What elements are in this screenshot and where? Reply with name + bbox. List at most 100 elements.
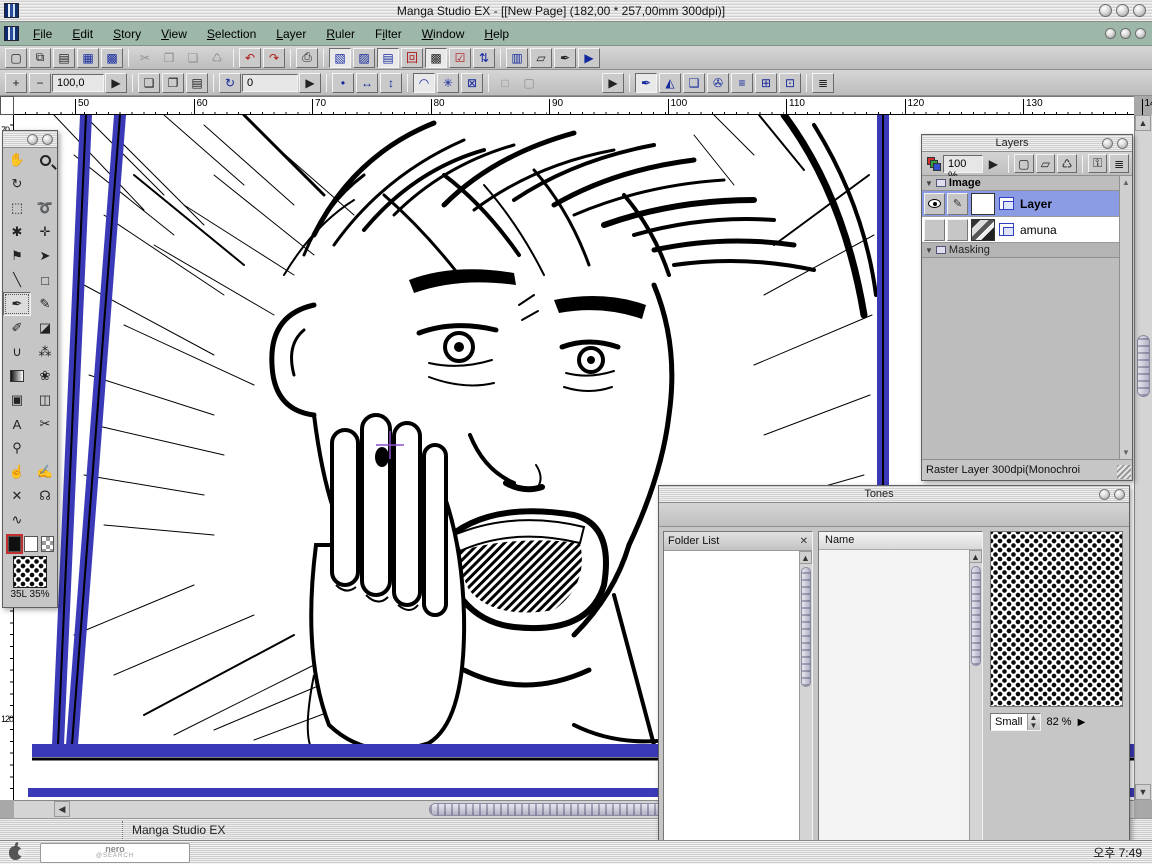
foreground-color-swatch[interactable] xyxy=(8,536,21,552)
prev-page-button[interactable]: ❏ xyxy=(138,73,160,93)
tones-close-button[interactable] xyxy=(1114,489,1125,500)
menu-edit[interactable]: Edit xyxy=(62,24,103,44)
delete-layer-button[interactable]: ♺ xyxy=(1057,154,1077,173)
menu-help[interactable]: Help xyxy=(474,24,519,44)
tone-list-header[interactable]: Name xyxy=(819,532,982,550)
transparent-color-swatch[interactable] xyxy=(41,536,54,552)
gradient-tool[interactable] xyxy=(3,364,31,388)
scroll-left-arrow[interactable]: ◀ xyxy=(54,801,70,817)
transfer-toggle-button[interactable]: ⇅ xyxy=(473,48,495,68)
layers-scrollbar[interactable]: ▲▼ xyxy=(1119,176,1132,459)
rotation-value-field[interactable]: 0 xyxy=(242,74,298,92)
print-button[interactable]: ⎙ xyxy=(296,48,318,68)
layer-thumbnail[interactable] xyxy=(971,219,995,241)
doc-minimize-button[interactable] xyxy=(1105,28,1116,39)
object-selector-tool[interactable]: ⚑ xyxy=(3,244,31,268)
menu-filter[interactable]: Filter xyxy=(365,24,412,44)
doc-restore-button[interactable] xyxy=(1120,28,1131,39)
layer-section-image[interactable]: ▼Image xyxy=(922,176,1119,191)
materials-button[interactable]: ▥ xyxy=(506,48,528,68)
minimize-button[interactable] xyxy=(1099,4,1112,17)
pencil-tool[interactable]: ✎ xyxy=(31,292,59,316)
layers-shade-button[interactable] xyxy=(1102,138,1113,149)
paste-button[interactable]: ❏ xyxy=(182,48,204,68)
layer-row-layer[interactable]: ✎Layer xyxy=(922,191,1119,217)
page-manager-toggle-button[interactable]: ▨ xyxy=(353,48,375,68)
pattern-brush-tool[interactable]: ❀ xyxy=(31,364,59,388)
loupe-tool[interactable]: ☊ xyxy=(31,484,59,508)
folder-tree-scrollbar[interactable]: ▲ xyxy=(799,551,812,862)
tone-list-scrollbar[interactable]: ▲ xyxy=(969,550,982,862)
hand-tool[interactable]: ✋ xyxy=(3,148,31,172)
marquee-tool[interactable]: ⬚ xyxy=(3,196,31,220)
eraser-tool[interactable]: ◪ xyxy=(31,316,59,340)
ruler-pen-button[interactable]: ✒ xyxy=(635,73,657,93)
palette-shade-button[interactable] xyxy=(27,134,38,145)
smudge-tool[interactable]: ☝ xyxy=(3,460,31,484)
new-folder-button[interactable]: ▱ xyxy=(1036,154,1056,173)
zoom-menu-button[interactable]: ▶ xyxy=(105,73,127,93)
properties-toggle-button[interactable]: 回 xyxy=(401,48,423,68)
fit-height-button[interactable]: ↕ xyxy=(380,73,402,93)
page-list-button[interactable]: ▤ xyxy=(186,73,208,93)
close-button[interactable] xyxy=(1133,4,1146,17)
start-menu-button[interactable] xyxy=(0,841,30,864)
layer-row-amuna[interactable]: amuna xyxy=(922,217,1119,243)
new-from-template-button[interactable]: ⧉ xyxy=(29,48,51,68)
list-scroll-up[interactable]: ▲ xyxy=(969,550,982,563)
layer-opacity-field[interactable]: 100 % xyxy=(943,155,983,173)
new-page-button[interactable]: ▢ xyxy=(5,48,27,68)
rotate-menu-button[interactable]: ▶ xyxy=(299,73,321,93)
vertical-scrollbar[interactable]: ▲ ▼ xyxy=(1134,115,1152,800)
title-bar[interactable]: Manga Studio EX - [[New Page] (182,00 * … xyxy=(0,0,1152,22)
shape-tool[interactable]: □ xyxy=(31,268,59,292)
cut-button[interactable]: ✂ xyxy=(134,48,156,68)
layers-close-button[interactable] xyxy=(1117,138,1128,149)
options-toggle-button[interactable]: ☑ xyxy=(449,48,471,68)
lock-layer-button[interactable]: ⚿ xyxy=(1088,154,1108,173)
story-editor-toggle-button[interactable]: ▧ xyxy=(329,48,351,68)
zoom-out-button[interactable]: − xyxy=(29,73,51,93)
nero-search-box[interactable]: nero @SEARCH xyxy=(40,843,190,863)
layers-palette-titlebar[interactable]: Layers xyxy=(922,135,1132,152)
tools-palette-titlebar[interactable] xyxy=(3,131,57,148)
line-tool[interactable]: ╲ xyxy=(3,268,31,292)
fit-width-button[interactable]: ↔ xyxy=(356,73,378,93)
lasso-tool[interactable]: ➰ xyxy=(31,196,59,220)
vertical-scroll-thumb[interactable] xyxy=(1137,335,1150,397)
rotate-canvas-tool[interactable]: ↻ xyxy=(3,172,31,196)
layers-menu-button[interactable]: ≣ xyxy=(1109,154,1129,173)
actual-size-button[interactable]: • xyxy=(332,73,354,93)
layer-edit-cell[interactable] xyxy=(947,219,968,241)
layer-visibility-cell[interactable] xyxy=(924,219,945,241)
undo-button[interactable]: ↶ xyxy=(239,48,261,68)
curve-tool[interactable]: ∿ xyxy=(3,508,31,532)
palette-close-button[interactable] xyxy=(42,134,53,145)
menu-selection[interactable]: Selection xyxy=(197,24,266,44)
spinner-icon[interactable]: ▲▼ xyxy=(1027,714,1040,730)
materials-folder-button[interactable]: ▱ xyxy=(530,48,552,68)
menu-story[interactable]: Story xyxy=(103,24,151,44)
opacity-menu-arrow[interactable]: ▶ xyxy=(984,154,1003,173)
line-join-tool[interactable]: ✕ xyxy=(3,484,31,508)
ruler-menu-button[interactable]: ≣ xyxy=(812,73,834,93)
list-scroll-thumb[interactable] xyxy=(971,566,981,666)
tools-palette-toggle-button[interactable]: ▤ xyxy=(377,48,399,68)
new-layer-button[interactable]: ▢ xyxy=(1014,154,1034,173)
layer-edit-cell[interactable]: ✎ xyxy=(947,193,968,215)
panel-maker-tool[interactable]: ▣ xyxy=(3,388,31,412)
save-button[interactable]: ▦ xyxy=(77,48,99,68)
bucket-tool[interactable]: ∪ xyxy=(3,340,31,364)
preview-size-select[interactable]: Small ▲▼ xyxy=(990,713,1041,731)
more-button[interactable]: ▶ xyxy=(602,73,624,93)
delete-button[interactable]: ♺ xyxy=(206,48,228,68)
layer-section-masking[interactable]: ▼Masking xyxy=(922,243,1119,258)
airbrush-tool[interactable]: ⁂ xyxy=(31,340,59,364)
snap-mode-1-button[interactable]: ◠ xyxy=(413,73,435,93)
menu-view[interactable]: View xyxy=(151,24,197,44)
menu-file[interactable]: File xyxy=(23,24,62,44)
magic-wand-tool[interactable]: ✱ xyxy=(3,220,31,244)
ruler-compass-button[interactable]: ✇ xyxy=(707,73,729,93)
next-page-button[interactable]: ❐ xyxy=(162,73,184,93)
guide-2-button[interactable]: ▢ xyxy=(518,73,540,93)
